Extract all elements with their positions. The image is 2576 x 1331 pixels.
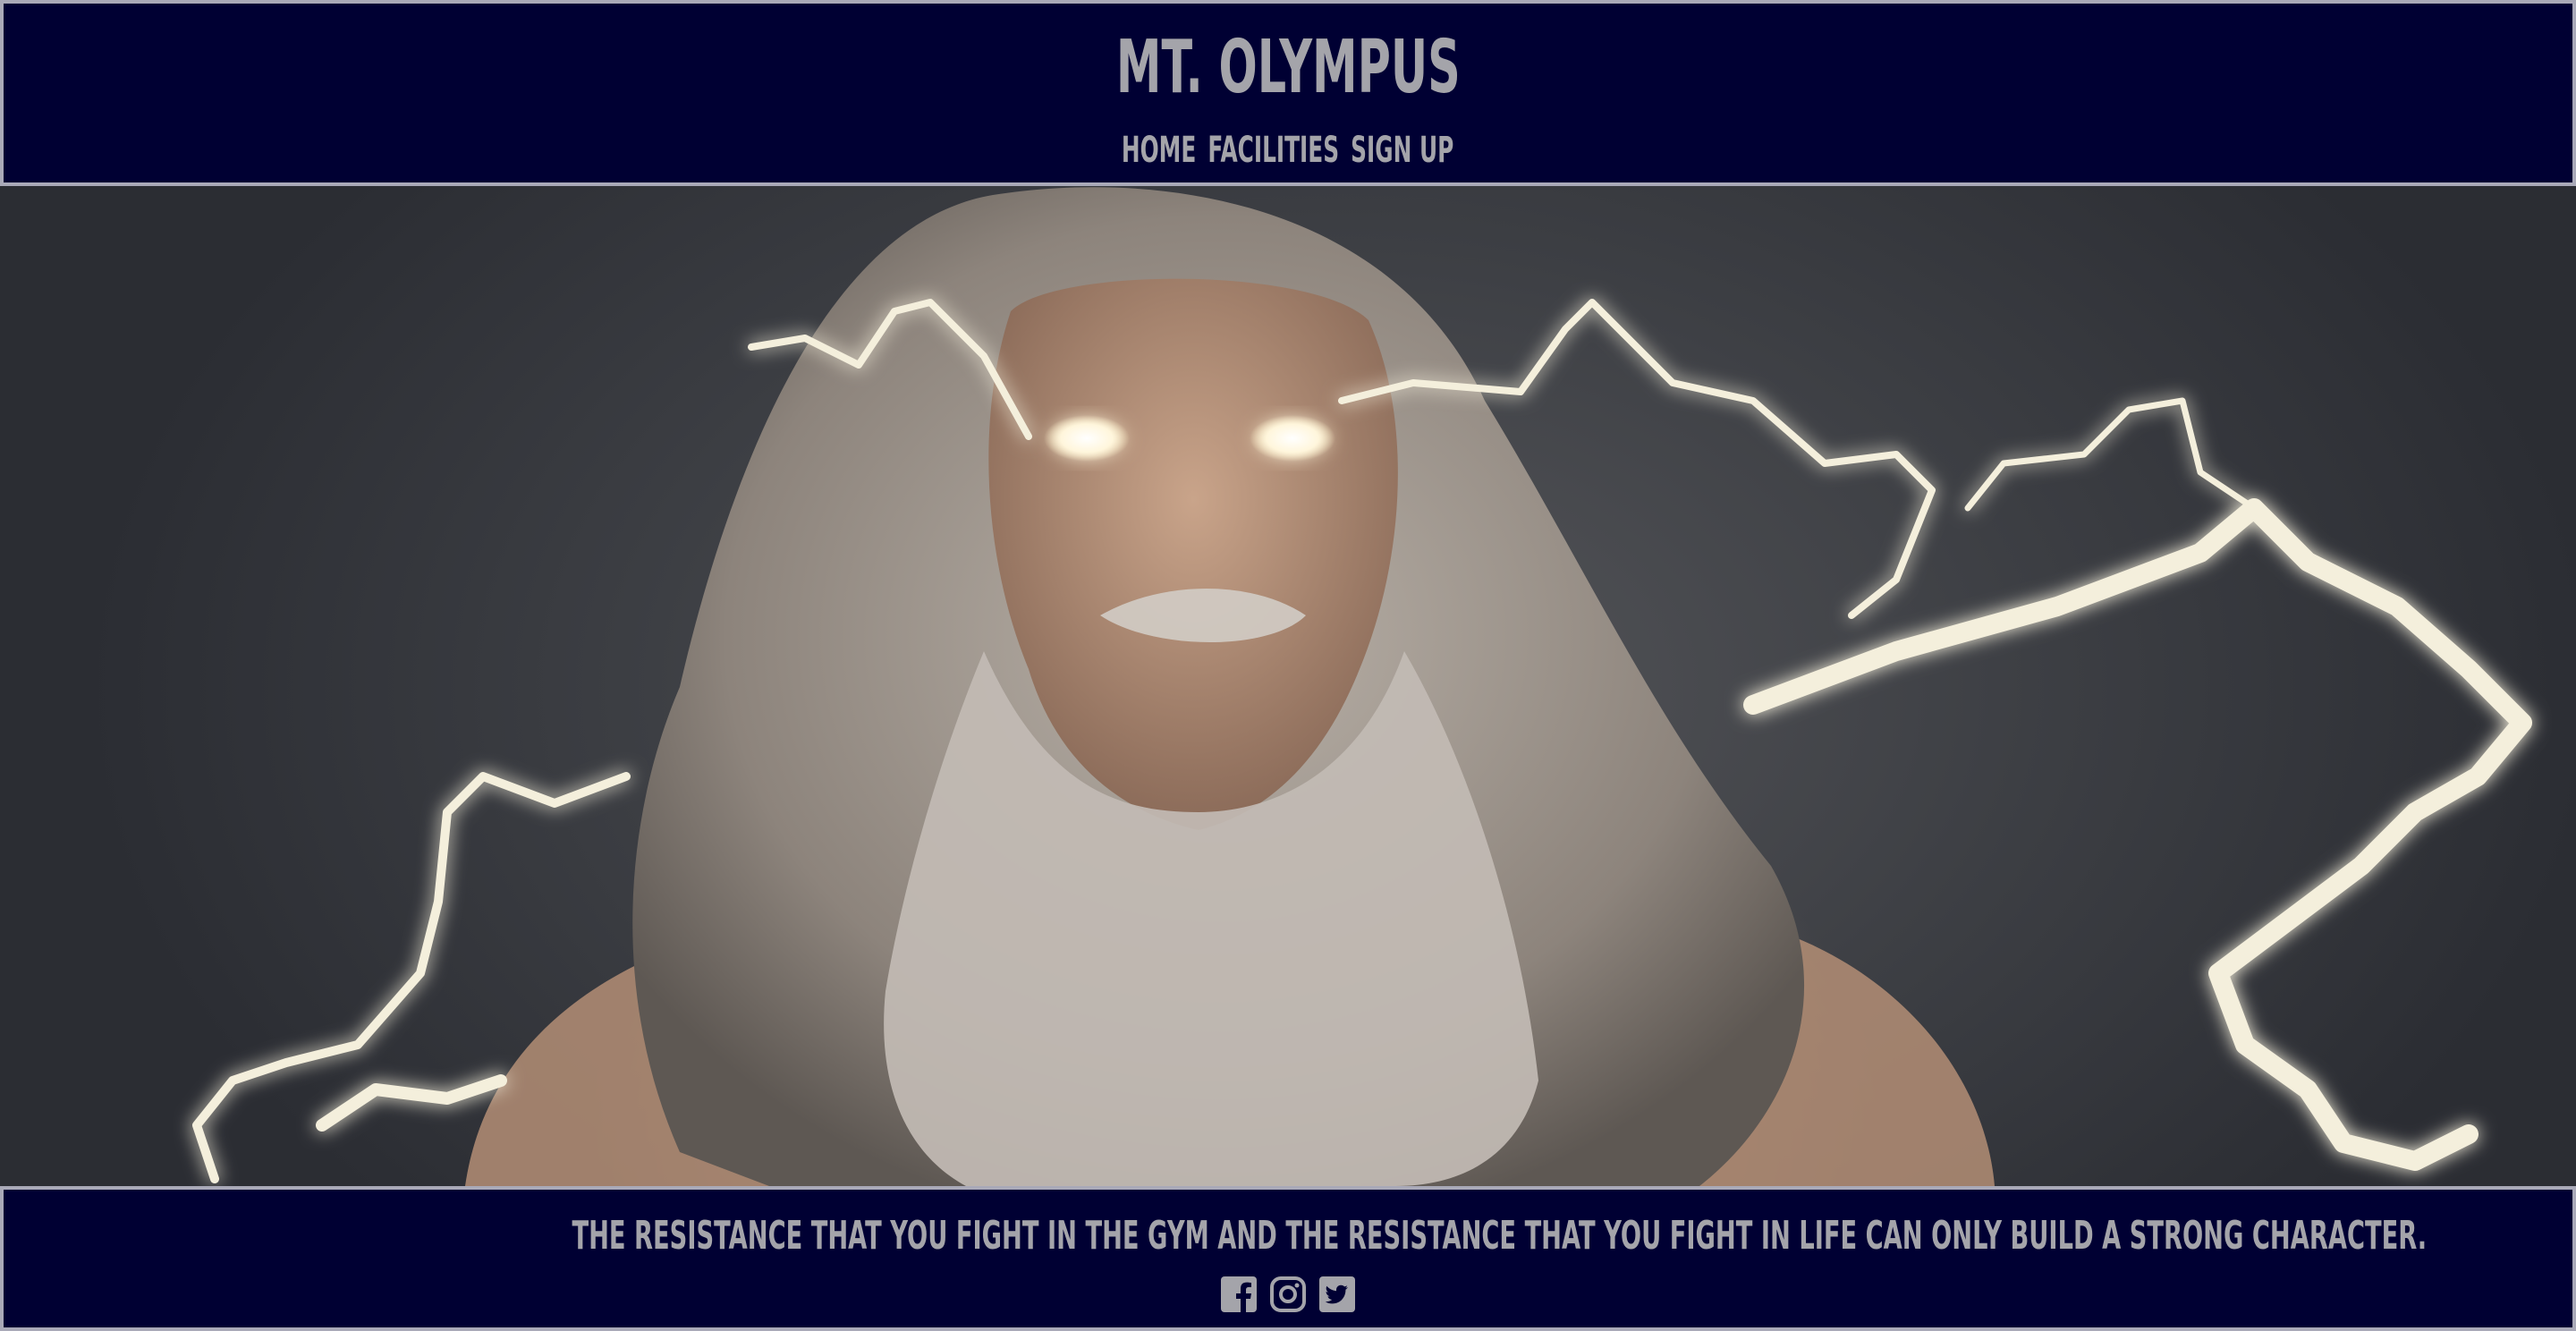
social-links — [4, 1275, 2572, 1318]
site-footer: THE RESISTANCE THAT YOU FIGHT IN THE GYM… — [0, 1186, 2576, 1331]
site-title-text: MT. OLYMPUS — [1115, 25, 1461, 110]
glowing-eye-right — [1250, 415, 1335, 462]
hero-image — [0, 186, 2576, 1186]
zeus-illustration — [192, 187, 2532, 1186]
glowing-eye-left — [1044, 415, 1130, 462]
instagram-icon[interactable] — [1268, 1275, 1308, 1314]
twitter-icon[interactable] — [1318, 1275, 1357, 1314]
motivational-quote: THE RESISTANCE THAT YOU FIGHT IN THE GYM… — [4, 1209, 2572, 1263]
site-header: MT. OLYMPUS HOME FACILITIES SIGN UP — [0, 0, 2576, 186]
facebook-icon[interactable] — [1219, 1275, 1258, 1314]
nav-link-facilities[interactable]: FACILITIES — [1208, 123, 1340, 177]
main-nav: HOME FACILITIES SIGN UP — [4, 123, 2572, 177]
site-title: MT. OLYMPUS — [4, 23, 2572, 113]
nav-link-sign-up[interactable]: SIGN UP — [1352, 123, 1454, 177]
quote-text: THE RESISTANCE THAT YOU FIGHT IN THE GYM… — [572, 1213, 2428, 1259]
nav-link-home[interactable]: HOME — [1122, 123, 1196, 177]
